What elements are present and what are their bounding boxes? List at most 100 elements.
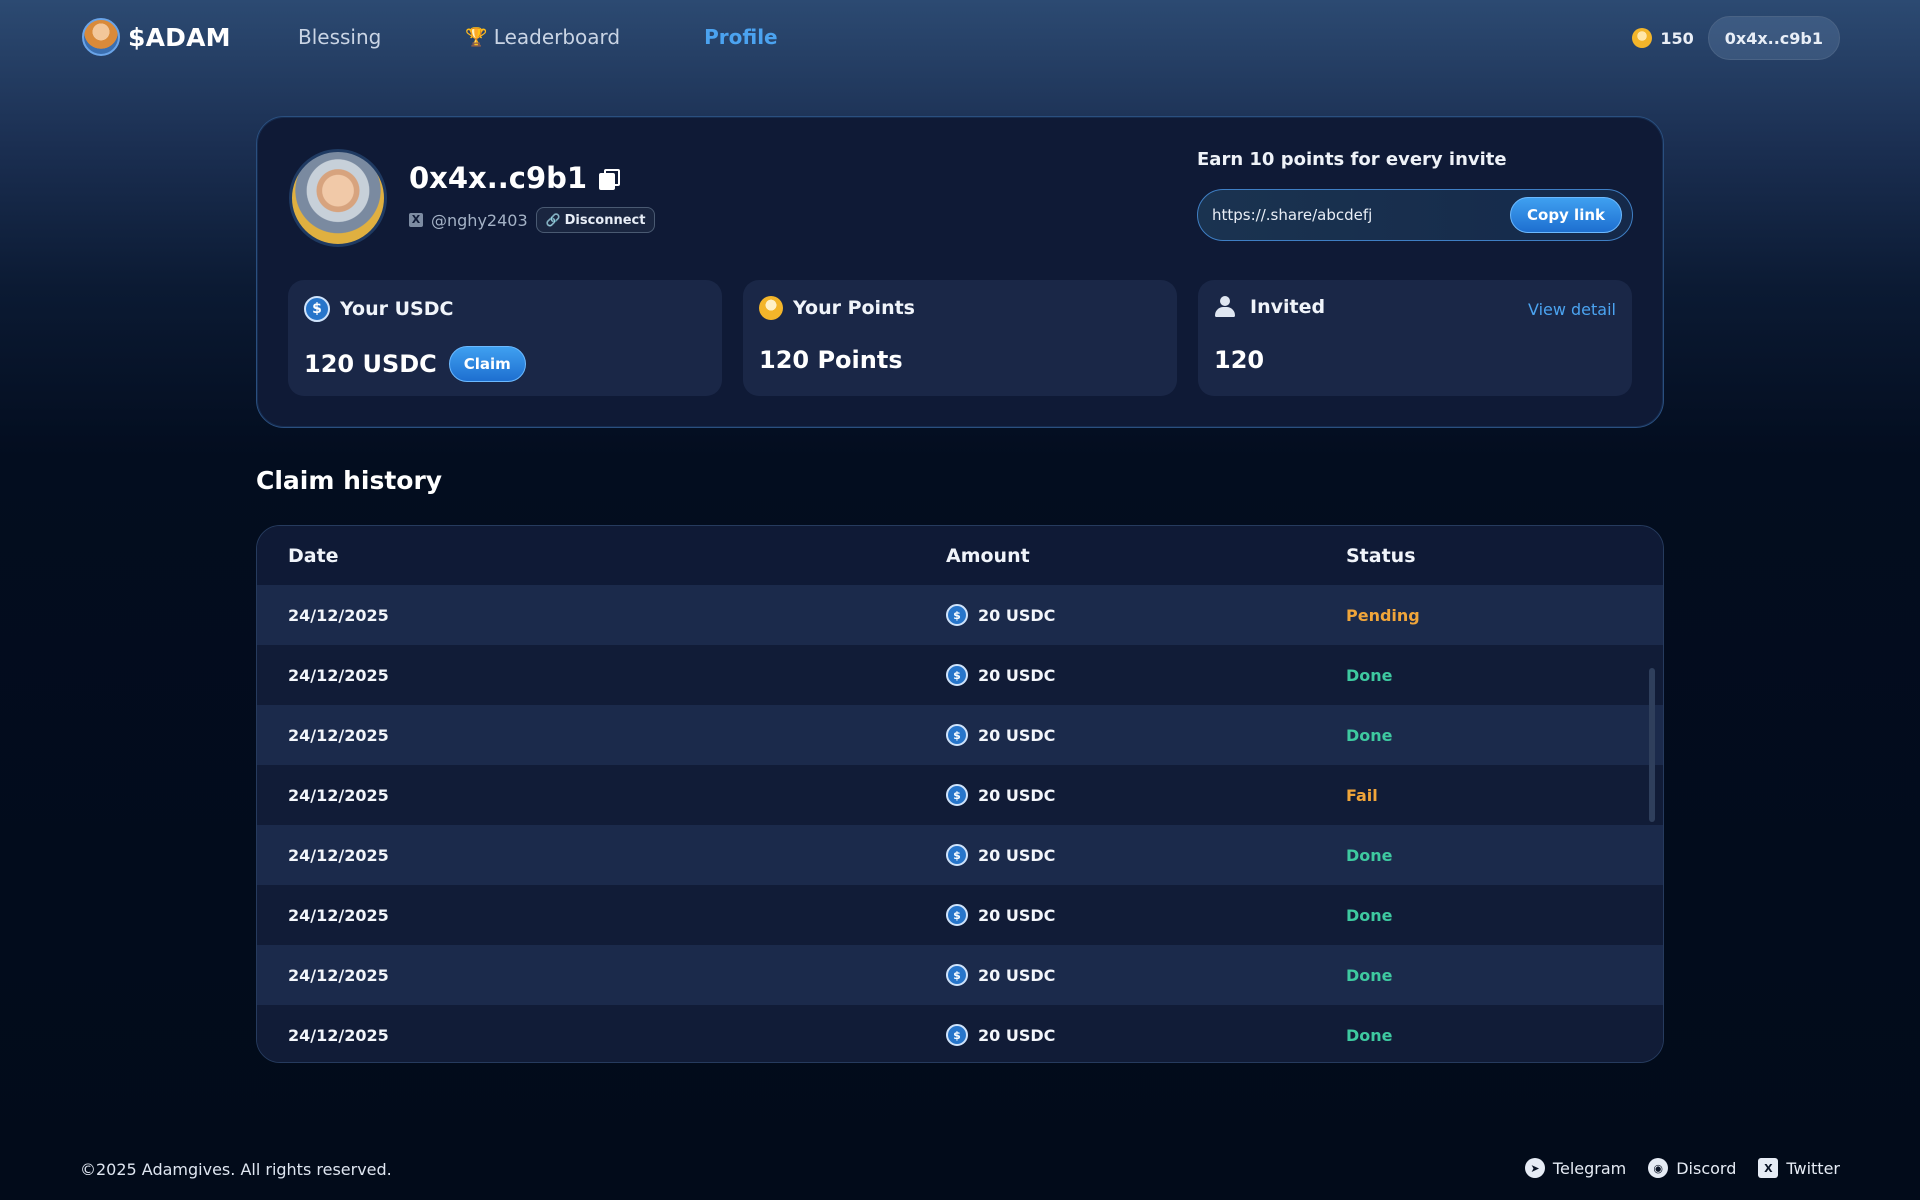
cell-date: 24/12/2025 xyxy=(288,785,389,805)
twitter-handle: @nghy2403 xyxy=(431,210,528,230)
usdc-card-header: $ Your USDC xyxy=(304,296,453,322)
copy-link-button[interactable]: Copy link xyxy=(1510,197,1622,233)
amount-text: 20 USDC xyxy=(978,785,1056,805)
x-icon: X xyxy=(409,213,423,227)
footer-telegram-link[interactable]: ➤ Telegram xyxy=(1524,1158,1627,1178)
top-header: $ADAM Blessing 🏆 Leaderboard Profile 150… xyxy=(0,0,1920,74)
cell-status: Pending xyxy=(1346,605,1420,625)
amount-text: 20 USDC xyxy=(978,725,1056,745)
cell-date: 24/12/2025 xyxy=(288,1025,389,1045)
header-right: 150 0x4x..c9b1 xyxy=(1632,16,1840,60)
usdc-icon: $ xyxy=(946,784,968,806)
copy-icon[interactable] xyxy=(599,169,621,190)
invited-value: 120 xyxy=(1214,346,1265,374)
footer-links: ➤ Telegram ◉ Discord X Twitter xyxy=(1524,1158,1840,1178)
column-header-amount: Amount xyxy=(946,544,1030,567)
cell-amount: $20 USDC xyxy=(946,844,1346,866)
cell-amount: $20 USDC xyxy=(946,604,1346,626)
cell-date: 24/12/2025 xyxy=(288,845,389,865)
claim-history-title: Claim history xyxy=(256,466,443,495)
cell-status: Done xyxy=(1346,1025,1393,1045)
invite-link-input[interactable] xyxy=(1212,206,1510,224)
table-row: 24/12/2025 $20 USDC Done xyxy=(257,825,1663,885)
disconnect-button[interactable]: 🔗 Disconnect xyxy=(535,207,656,233)
table-row: 24/12/2025 $20 USDC Done xyxy=(257,1005,1663,1062)
profile-address: 0x4x..c9b1 xyxy=(409,161,621,195)
discord-icon: ◉ xyxy=(1648,1158,1669,1178)
nav-blessing[interactable]: Blessing xyxy=(298,25,381,49)
amount-text: 20 USDC xyxy=(978,845,1056,865)
amount-text: 20 USDC xyxy=(978,1025,1056,1045)
table-row: 24/12/2025 $20 USDC Fail xyxy=(257,765,1663,825)
invited-card-value-row: 120 xyxy=(1214,346,1264,374)
cell-status: Done xyxy=(1346,845,1393,865)
usdc-icon: $ xyxy=(304,296,330,322)
usdc-icon: $ xyxy=(946,964,968,986)
table-row: 24/12/2025 $20 USDC Done xyxy=(257,945,1663,1005)
invited-card-header: Invited xyxy=(1214,296,1325,318)
points-card-label: Your Points xyxy=(793,297,915,319)
cell-amount: $20 USDC xyxy=(946,664,1346,686)
table-row: 24/12/2025 $20 USDC Done xyxy=(257,645,1663,705)
footer-discord-label: Discord xyxy=(1676,1158,1737,1178)
footer-twitter-link[interactable]: X Twitter xyxy=(1758,1158,1840,1178)
usdc-card-label: Your USDC xyxy=(340,298,454,320)
table-scrollbar[interactable] xyxy=(1649,668,1655,822)
cell-date: 24/12/2025 xyxy=(288,605,389,625)
cell-status: Done xyxy=(1346,965,1393,985)
cell-amount: $20 USDC xyxy=(946,904,1346,926)
usdc-icon: $ xyxy=(946,664,968,686)
invite-link-box: Copy link xyxy=(1197,189,1633,241)
table-row: 24/12/2025 $20 USDC Done xyxy=(257,705,1663,765)
cell-status: Fail xyxy=(1346,785,1378,805)
cell-status: Done xyxy=(1346,725,1393,745)
footer-discord-link[interactable]: ◉ Discord xyxy=(1648,1158,1736,1178)
points-card-header: Your Points xyxy=(759,296,915,320)
address-text: 0x4x..c9b1 xyxy=(409,161,588,195)
wallet-button[interactable]: 0x4x..c9b1 xyxy=(1707,16,1840,60)
profile-card: 0x4x..c9b1 X @nghy2403 🔗 Disconnect Earn… xyxy=(256,116,1664,428)
usdc-icon: $ xyxy=(946,1024,968,1046)
claim-button[interactable]: Claim xyxy=(448,346,526,382)
x-icon: X xyxy=(1758,1158,1779,1178)
adam-avatar-icon xyxy=(82,18,120,56)
table-row: 24/12/2025 $20 USDC Done xyxy=(257,885,1663,945)
nav-profile[interactable]: Profile xyxy=(704,25,778,49)
disconnect-label: Disconnect xyxy=(564,212,646,228)
link-icon: 🔗 xyxy=(545,213,561,227)
usdc-card: $ Your USDC 120 USDC Claim xyxy=(288,280,722,396)
usdc-value: 120 USDC xyxy=(304,350,437,378)
footer-twitter-label: Twitter xyxy=(1786,1158,1840,1178)
nav-leaderboard-label: Leaderboard xyxy=(493,25,621,49)
table-body: 24/12/2025 $20 USDC Pending 24/12/2025 $20 U… xyxy=(257,585,1663,1062)
view-detail-link[interactable]: View detail xyxy=(1528,300,1616,319)
profile-avatar xyxy=(289,149,387,247)
points-icon xyxy=(759,296,783,320)
invite-label: Earn 10 points for every invite xyxy=(1197,149,1507,170)
table-header: Date Amount Status xyxy=(257,526,1663,585)
points-value: 120 Points xyxy=(759,346,903,374)
footer-telegram-label: Telegram xyxy=(1552,1158,1627,1178)
points-count: 150 xyxy=(1660,28,1694,48)
trophy-icon: 🏆 xyxy=(465,26,488,48)
nav-leaderboard[interactable]: 🏆 Leaderboard xyxy=(465,25,620,49)
table-row: 24/12/2025 $20 USDC Pending xyxy=(257,585,1663,645)
usdc-card-value-row: 120 USDC Claim xyxy=(304,346,526,382)
points-badge: 150 xyxy=(1632,28,1694,48)
brand-logo[interactable]: $ADAM xyxy=(82,18,231,56)
amount-text: 20 USDC xyxy=(978,665,1056,685)
cell-amount: $20 USDC xyxy=(946,784,1346,806)
points-card: Your Points 120 Points xyxy=(743,280,1177,396)
amount-text: 20 USDC xyxy=(978,905,1056,925)
cell-amount: $20 USDC xyxy=(946,1024,1346,1046)
cell-date: 24/12/2025 xyxy=(288,965,389,985)
nav-profile-label: Profile xyxy=(704,25,778,49)
invited-card-label: Invited xyxy=(1250,296,1326,318)
usdc-icon: $ xyxy=(946,724,968,746)
telegram-icon: ➤ xyxy=(1524,1158,1545,1178)
nav-blessing-label: Blessing xyxy=(298,25,382,49)
claim-history-table: Date Amount Status 24/12/2025 $20 USDC Pen… xyxy=(256,525,1664,1063)
column-header-date: Date xyxy=(288,544,339,567)
amount-text: 20 USDC xyxy=(978,605,1056,625)
points-card-value-row: 120 Points xyxy=(759,346,903,374)
